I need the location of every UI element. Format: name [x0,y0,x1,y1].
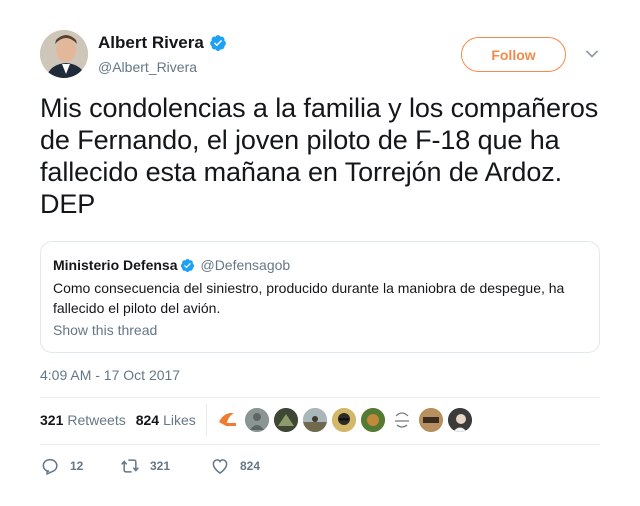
verified-badge-icon [209,35,226,51]
tweet-actions: 12 321 824 [40,456,260,476]
reply-icon [42,459,58,476]
likes-count: 824 [135,412,160,428]
liker-avatar[interactable] [448,408,472,432]
retweets-label: Retweets [67,412,126,428]
retweet-icon [121,459,139,473]
engagement-stats: 321 Retweets 824 Likes [40,412,196,428]
quoted-text: Como consecuencia del siniestro, produci… [53,280,565,316]
author-name[interactable]: Albert Rivera [98,33,204,53]
likes-label: Likes [163,412,196,428]
liker-avatar[interactable] [332,408,356,432]
author-avatar[interactable] [40,30,88,78]
reply-button[interactable]: 12 [40,456,120,476]
reply-count: 12 [70,459,84,473]
stats-separator [206,404,207,436]
liker-avatar[interactable] [303,408,327,432]
divider-top [40,397,600,398]
likes-stat[interactable]: 824 Likes [136,412,196,428]
follow-button[interactable]: Follow [461,37,566,72]
show-thread-link[interactable]: Show this thread [53,322,157,338]
retweet-count: 321 [150,459,171,473]
quoted-tweet[interactable]: Ministerio Defensa @Defensagob Como cons… [40,241,600,353]
quoted-author-handle: @Defensagob [200,257,291,273]
like-button[interactable]: 824 [210,456,260,476]
liker-avatar[interactable] [216,408,240,432]
liker-avatar[interactable] [419,408,443,432]
quoted-header: Ministerio Defensa @Defensagob [53,257,290,273]
liker-avatar[interactable] [361,408,385,432]
like-count: 824 [240,459,261,473]
retweet-button[interactable]: 321 [120,456,210,476]
retweets-count: 321 [40,412,64,428]
quoted-author-name: Ministerio Defensa [53,257,178,273]
retweets-stat[interactable]: 321 Retweets [40,412,126,428]
tweet-text: Mis condolencias a la familia y los comp… [40,93,599,219]
liker-avatars [216,408,477,432]
author-handle[interactable]: @Albert_Rivera [98,59,197,75]
author-name-row: Albert Rivera [98,33,227,53]
liker-avatar[interactable] [390,408,414,432]
tweet-timestamp[interactable]: 4:09 AM - 17 Oct 2017 [40,367,180,383]
divider-bottom [40,444,600,445]
liker-avatar[interactable] [274,408,298,432]
chevron-down-icon[interactable] [585,49,599,59]
liker-avatar[interactable] [245,408,269,432]
verified-badge-icon [181,258,195,272]
heart-icon [212,459,228,474]
